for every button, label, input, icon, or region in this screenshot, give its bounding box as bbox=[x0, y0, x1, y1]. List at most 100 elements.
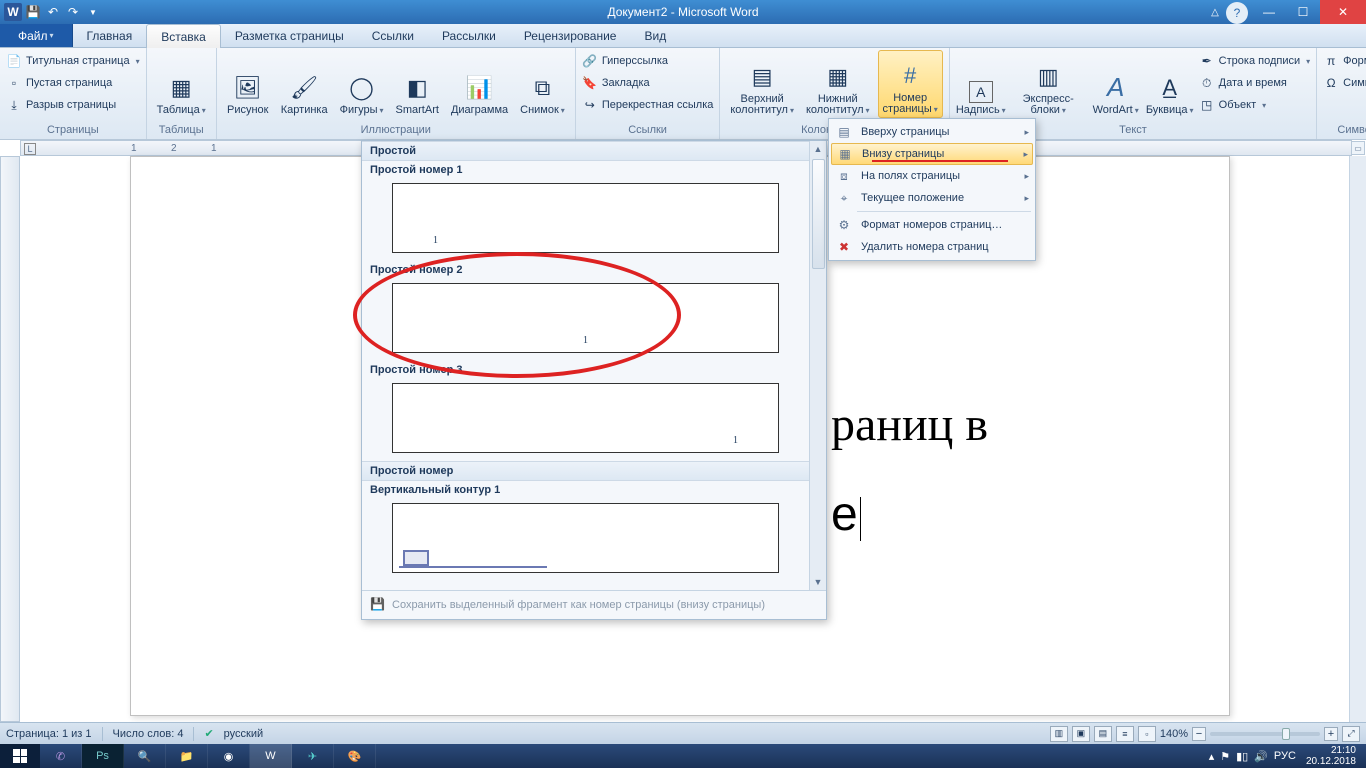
hyperlink-button[interactable]: 🔗Гиперссылка bbox=[582, 50, 714, 72]
clipart-button[interactable]: 🖌Картинка bbox=[277, 50, 332, 118]
gallery-item-3[interactable]: 1 bbox=[392, 383, 779, 453]
picture-button[interactable]: 🖼Рисунок bbox=[223, 50, 273, 118]
table-button[interactable]: ▦ Таблица▾ bbox=[153, 50, 210, 118]
taskbar-app-paint[interactable]: 🎨 bbox=[334, 744, 376, 768]
footer-button[interactable]: ▦Нижний колонтитул▾ bbox=[802, 50, 874, 118]
tab-stop-selector[interactable]: L bbox=[24, 143, 36, 155]
cover-page-label: Титульная страница bbox=[26, 55, 130, 67]
view-outline[interactable]: ≡ bbox=[1116, 726, 1134, 742]
zoom-slider-thumb[interactable] bbox=[1282, 728, 1290, 740]
symbol-button[interactable]: ΩСимвол▾ bbox=[1323, 72, 1366, 94]
taskbar-app-viber[interactable]: ✆ bbox=[40, 744, 82, 768]
menu-item-page-margins[interactable]: ⧈На полях страницы▸ bbox=[829, 165, 1035, 187]
start-button[interactable] bbox=[0, 744, 40, 768]
tab-mailings[interactable]: Рассылки bbox=[428, 24, 510, 47]
scroll-up-icon[interactable]: ▲ bbox=[814, 141, 823, 157]
tab-review[interactable]: Рецензирование bbox=[510, 24, 631, 47]
qat-customize[interactable]: ▼ bbox=[84, 3, 102, 21]
zoom-level[interactable]: 140% bbox=[1160, 728, 1188, 740]
signature-line-label: Строка подписи bbox=[1219, 55, 1300, 67]
gallery-item-1[interactable]: 1 bbox=[392, 183, 779, 253]
status-page[interactable]: Страница: 1 из 1 bbox=[6, 728, 92, 740]
dropcap-button[interactable]: A̲Буквица▾ bbox=[1145, 50, 1195, 118]
tray-show-hidden-icon[interactable]: ▴ bbox=[1209, 750, 1215, 763]
ruler-toggle[interactable]: ▭ bbox=[1351, 141, 1365, 155]
wordart-button[interactable]: AWordArt▾ bbox=[1091, 50, 1141, 118]
screenshot-button[interactable]: ⧉Снимок▾ bbox=[516, 50, 569, 118]
view-web-layout[interactable]: ▤ bbox=[1094, 726, 1112, 742]
minimize-button[interactable]: — bbox=[1252, 0, 1286, 24]
scroll-down-icon[interactable]: ▼ bbox=[814, 574, 823, 590]
status-language[interactable]: русский bbox=[224, 728, 263, 740]
tray-flag-icon[interactable]: ⚑ bbox=[1220, 750, 1230, 763]
page-number-button[interactable]: #Номер страницы▾ bbox=[878, 50, 943, 118]
scroll-thumb[interactable] bbox=[812, 159, 825, 269]
object-button[interactable]: ◳Объект▾ bbox=[1199, 94, 1310, 116]
tray-network-icon[interactable]: ▮▯ bbox=[1236, 750, 1248, 763]
dropcap-label: Буквица bbox=[1146, 104, 1188, 116]
tray-clock[interactable]: 21:10 20.12.2018 bbox=[1302, 745, 1360, 767]
maximize-button[interactable]: ☐ bbox=[1286, 0, 1320, 24]
group-tables-label: Таблицы bbox=[153, 123, 210, 137]
zoom-in-button[interactable]: + bbox=[1324, 727, 1338, 741]
ribbon-minimize-icon[interactable]: △ bbox=[1204, 0, 1226, 24]
menu-item-remove-page-numbers[interactable]: ✖Удалить номера страниц bbox=[829, 236, 1035, 258]
vertical-scrollbar[interactable] bbox=[1349, 156, 1366, 722]
taskbar-app-telegram[interactable]: ✈ bbox=[292, 744, 334, 768]
textbox-button[interactable]: AНадпись▾ bbox=[956, 50, 1006, 118]
blank-page-button[interactable]: ▫Пустая страница bbox=[6, 72, 140, 94]
menu-item-top-of-page[interactable]: ▤Вверху страницы▸ bbox=[829, 121, 1035, 143]
date-time-button[interactable]: ⏱Дата и время bbox=[1199, 72, 1310, 94]
zoom-fit-button[interactable]: ⤢ bbox=[1342, 726, 1360, 742]
qat-save[interactable]: 💾 bbox=[24, 3, 42, 21]
status-proofing-icon[interactable]: ✔ bbox=[204, 727, 213, 740]
taskbar-app-photoshop[interactable]: Ps bbox=[82, 744, 124, 768]
page-break-button[interactable]: ⤓Разрыв страницы bbox=[6, 94, 140, 116]
shapes-button[interactable]: ◯Фигуры▾ bbox=[336, 50, 388, 118]
cover-page-button[interactable]: 📄Титульная страница▾ bbox=[6, 50, 140, 72]
tray-language[interactable]: РУС bbox=[1274, 750, 1296, 762]
chart-button[interactable]: 📊Диаграмма bbox=[447, 50, 512, 118]
view-draft[interactable]: ▫ bbox=[1138, 726, 1156, 742]
status-word-count[interactable]: Число слов: 4 bbox=[113, 728, 184, 740]
bookmark-label: Закладка bbox=[602, 77, 650, 89]
qat-undo[interactable]: ↶ bbox=[44, 3, 62, 21]
tab-file[interactable]: Файл▾ bbox=[0, 24, 73, 47]
signature-line-button[interactable]: ✒Строка подписи▾ bbox=[1199, 50, 1310, 72]
view-print-layout[interactable]: ▥ bbox=[1050, 726, 1068, 742]
tab-home[interactable]: Главная bbox=[73, 24, 147, 47]
tab-page-layout[interactable]: Разметка страницы bbox=[221, 24, 358, 47]
taskbar-app-chrome[interactable]: ◉ bbox=[208, 744, 250, 768]
tray-volume-icon[interactable]: 🔊 bbox=[1254, 750, 1268, 763]
group-symbols-label: Символы bbox=[1323, 123, 1366, 137]
gallery-category-simple-number: Простой номер bbox=[362, 461, 809, 481]
header-button[interactable]: ▤Верхний колонтитул▾ bbox=[726, 50, 798, 118]
gallery-item-vert-1[interactable] bbox=[392, 503, 779, 573]
view-full-screen[interactable]: ▣ bbox=[1072, 726, 1090, 742]
taskbar-app-explorer[interactable]: 📁 bbox=[166, 744, 208, 768]
menu-item-format-page-numbers[interactable]: ⚙Формат номеров страниц… bbox=[829, 214, 1035, 236]
menu-item-bottom-of-page[interactable]: ▦Внизу страницы▸ bbox=[831, 143, 1033, 165]
smartart-button[interactable]: ◧SmartArt bbox=[392, 50, 443, 118]
tab-view[interactable]: Вид bbox=[630, 24, 680, 47]
tab-insert[interactable]: Вставка bbox=[146, 24, 221, 48]
gallery-item-2[interactable]: 1 bbox=[392, 283, 779, 353]
gallery-scrollbar[interactable]: ▲ ▼ bbox=[809, 141, 826, 590]
menu-item-current-position[interactable]: ⌖Текущее положение▸ bbox=[829, 187, 1035, 209]
close-button[interactable]: ✕ bbox=[1320, 0, 1366, 24]
crossref-button[interactable]: ↪Перекрестная ссылка bbox=[582, 94, 714, 116]
bookmark-button[interactable]: 🔖Закладка bbox=[582, 72, 714, 94]
quick-parts-button[interactable]: ▥Экспресс-блоки▾ bbox=[1010, 50, 1087, 118]
taskbar-app-search[interactable]: 🔍 bbox=[124, 744, 166, 768]
help-button[interactable]: ? bbox=[1226, 2, 1248, 24]
equation-button[interactable]: πФормула▾ bbox=[1323, 50, 1366, 72]
vertical-ruler[interactable] bbox=[0, 156, 20, 722]
zoom-slider[interactable] bbox=[1210, 732, 1320, 736]
preview-number: 1 bbox=[393, 229, 478, 252]
zoom-out-button[interactable]: − bbox=[1192, 727, 1206, 741]
qat-redo[interactable]: ↷ bbox=[64, 3, 82, 21]
date-time-label: Дата и время bbox=[1219, 77, 1287, 89]
tab-references[interactable]: Ссылки bbox=[358, 24, 428, 47]
taskbar-app-word[interactable]: W bbox=[250, 744, 292, 768]
gallery-footer-label[interactable]: Сохранить выделенный фрагмент как номер … bbox=[392, 599, 765, 611]
